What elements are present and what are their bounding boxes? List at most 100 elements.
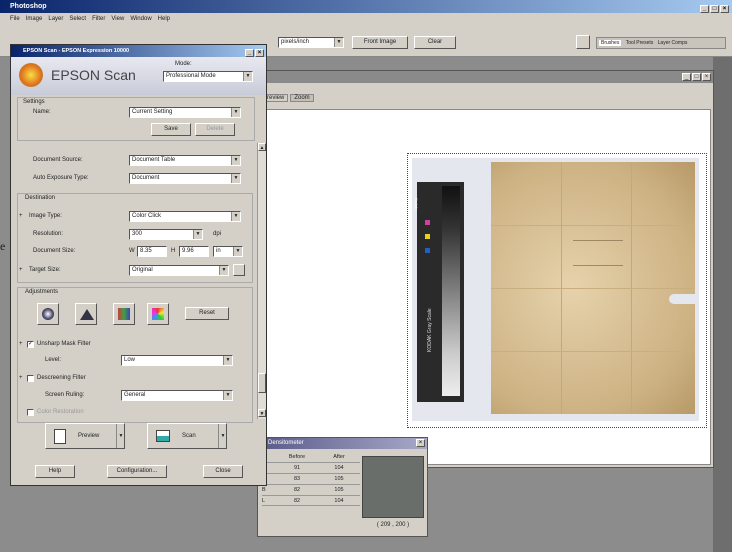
- palette-well-icon[interactable]: [576, 35, 590, 49]
- unsharp-checkbox[interactable]: ✓: [27, 341, 34, 348]
- scroll-up-icon[interactable]: ▲: [258, 143, 266, 151]
- histogram-adjustment-icon[interactable]: [37, 303, 59, 325]
- before-value: 91: [293, 465, 301, 471]
- densitometer-coords: ( 209 , 200 ): [376, 522, 410, 528]
- menu-bar: File Image Layer Select Filter View Window Help: [0, 13, 732, 25]
- doc-source-select[interactable]: Document Table ▼: [129, 155, 241, 166]
- units-select[interactable]: pixels/inch ▼: [278, 37, 344, 48]
- delete-button[interactable]: Delete: [195, 123, 235, 136]
- screen-ruling-label: Screen Ruling:: [45, 392, 85, 398]
- table-row: L 82 104: [262, 495, 360, 506]
- menu-view[interactable]: View: [111, 16, 124, 22]
- level-select[interactable]: Low ▼: [121, 355, 233, 366]
- menu-filter[interactable]: Filter: [92, 16, 105, 22]
- name-select[interactable]: Current Setting ▼: [129, 107, 241, 118]
- epson-logo-text: EPSON Scan: [51, 67, 136, 83]
- tab-zoom[interactable]: Zoom: [290, 94, 314, 102]
- epson-logo-icon: [19, 63, 43, 87]
- destination-label: Destination: [25, 195, 56, 201]
- expand-icon[interactable]: +: [19, 341, 23, 347]
- target-size-orientation-button[interactable]: [233, 264, 245, 276]
- close-icon[interactable]: ×: [255, 49, 264, 57]
- densitometer-table: Before After R91104 G83105 B82105 L82104: [262, 452, 360, 506]
- expand-icon[interactable]: +: [19, 267, 23, 273]
- maximize-icon[interactable]: □: [710, 5, 719, 13]
- name-label: Name:: [33, 109, 51, 115]
- help-button[interactable]: Help: [35, 465, 75, 478]
- minimize-icon[interactable]: _: [245, 49, 254, 57]
- mode-select[interactable]: Professional Mode ▼: [163, 71, 253, 82]
- settings-scrollbar[interactable]: ▲ ▼: [257, 143, 266, 419]
- doc-width-field[interactable]: 8.35: [137, 246, 167, 257]
- clear-button[interactable]: Clear: [414, 36, 456, 49]
- expand-icon[interactable]: +: [19, 213, 23, 219]
- configuration-button[interactable]: Configuration...: [107, 465, 167, 478]
- image-type-select[interactable]: Color Click ▼: [129, 211, 241, 222]
- menu-layer[interactable]: Layer: [48, 16, 63, 22]
- epson-scan-window: EPSON Scan - EPSON Expression 10000 _ × E…: [10, 44, 267, 486]
- gray-scale-gradient: [442, 186, 460, 396]
- scroll-down-icon[interactable]: ▼: [258, 409, 266, 417]
- table-row: G83105: [262, 473, 360, 484]
- stray-label: e: [0, 239, 6, 253]
- close-icon[interactable]: ×: [720, 5, 729, 13]
- minimize-icon[interactable]: _: [700, 5, 709, 13]
- menu-help[interactable]: Help: [158, 16, 170, 22]
- unit-select[interactable]: in ▼: [213, 246, 243, 257]
- gray-scale-label: KODAK Gray Scale: [427, 308, 433, 352]
- close-icon[interactable]: ×: [416, 439, 425, 447]
- expand-icon[interactable]: +: [19, 375, 23, 381]
- doc-h-label: H: [171, 248, 176, 254]
- kodak-label: Kodak: [414, 198, 419, 210]
- doc-source-label: Document Source:: [33, 157, 83, 163]
- save-button[interactable]: Save: [151, 123, 191, 136]
- doc-height-field[interactable]: 9.96: [179, 246, 209, 257]
- document-icon: [54, 429, 66, 444]
- dropdown-arrow-icon[interactable]: ▼: [218, 424, 227, 448]
- torn-edge: [669, 294, 695, 304]
- close-icon[interactable]: ×: [702, 73, 711, 81]
- target-size-select[interactable]: Original ▼: [129, 265, 229, 276]
- tab-tool-presets[interactable]: Tool Presets: [626, 40, 654, 46]
- preview-label: Preview: [78, 433, 100, 439]
- front-image-button[interactable]: Front Image: [352, 36, 408, 49]
- auto-exposure-label: Auto Exposure Type:: [33, 175, 89, 181]
- color-restoration-checkbox[interactable]: [27, 409, 34, 416]
- epson-header: EPSON Scan Mode: Professional Mode ▼: [11, 57, 266, 95]
- reset-button[interactable]: Reset: [185, 307, 229, 320]
- after-value: 104: [334, 498, 344, 504]
- color-palette-icon[interactable]: [147, 303, 169, 325]
- screen-ruling-select[interactable]: General ▼: [121, 390, 233, 401]
- adjustments-label: Adjustments: [25, 289, 59, 295]
- auto-exposure-select[interactable]: Document ▼: [129, 173, 241, 184]
- close-button[interactable]: Close: [203, 465, 243, 478]
- scroll-thumb[interactable]: [258, 373, 266, 393]
- menu-image[interactable]: Image: [26, 16, 43, 22]
- palette-tabs: Brushes Tool Presets Layer Comps: [596, 37, 726, 49]
- app-title: Photoshop: [10, 3, 47, 10]
- descreen-checkbox[interactable]: [27, 375, 34, 382]
- menu-window[interactable]: Window: [130, 16, 151, 22]
- image-type-label: Image Type:: [29, 213, 62, 219]
- resolution-select[interactable]: 300 ▼: [129, 229, 203, 240]
- before-value: 83: [293, 476, 301, 482]
- preview-button[interactable]: Preview ▼: [45, 423, 125, 449]
- maximize-icon[interactable]: □: [692, 73, 701, 81]
- table-row: B 82 105: [262, 484, 360, 495]
- tab-brushes[interactable]: Brushes: [599, 40, 622, 46]
- dropdown-arrow-icon[interactable]: ▼: [116, 424, 125, 448]
- scan-button[interactable]: Scan ▼: [147, 423, 227, 449]
- minimize-icon[interactable]: _: [682, 73, 691, 81]
- table-row: R91104: [262, 462, 360, 473]
- menu-select[interactable]: Select: [69, 16, 86, 22]
- fold-line: [491, 225, 695, 226]
- epson-title: EPSON Scan - EPSON Expression 10000: [23, 48, 130, 54]
- tab-layer-comps[interactable]: Layer Comps: [658, 40, 688, 46]
- channel-label: L: [262, 498, 266, 504]
- fold-line: [491, 351, 695, 352]
- right-panel-strip: [713, 57, 732, 552]
- dpi-label: dpi: [213, 231, 222, 237]
- menu-file[interactable]: File: [10, 16, 20, 22]
- image-adjustment-icon[interactable]: [113, 303, 135, 325]
- tone-correction-icon[interactable]: [75, 303, 97, 325]
